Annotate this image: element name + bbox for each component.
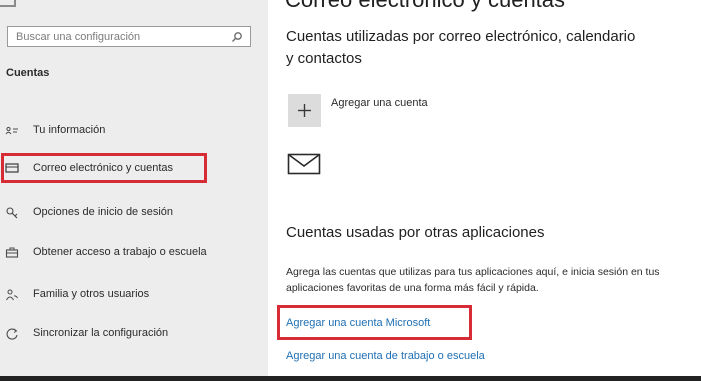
section-description: Agrega las cuentas que utilizas para tus…: [286, 266, 660, 294]
plus-icon: [298, 104, 311, 117]
briefcase-icon: [5, 247, 19, 258]
search-input[interactable]: Buscar una configuración: [7, 26, 251, 47]
add-microsoft-account-link[interactable]: Agregar una cuenta Microsoft: [286, 317, 430, 329]
mail-icon: [287, 153, 321, 175]
section-heading-correo: Cuentas utilizadas por correo electrónic…: [286, 28, 636, 67]
add-account-button[interactable]: [288, 94, 321, 127]
add-account-label[interactable]: Agregar una cuenta: [331, 97, 428, 109]
people-icon: [6, 289, 18, 301]
person-card-icon: [5, 126, 18, 135]
mail-icon: [5, 163, 19, 173]
sidebar-item-familia[interactable]: Familia y otros usuarios: [0, 281, 268, 309]
page-title: Correo electrónico y cuentas: [285, 0, 565, 13]
window-bottom-edge: [0, 376, 701, 381]
search-icon[interactable]: [231, 31, 243, 43]
home-icon[interactable]: [0, 0, 16, 7]
main-content: Correo electrónico y cuentas Cuentas uti…: [268, 0, 701, 381]
search-placeholder: Buscar una configuración: [16, 31, 141, 43]
sidebar-item-opciones-inicio[interactable]: Opciones de inicio de sesión: [0, 199, 268, 227]
section-heading-otras-apps: Cuentas usadas por otras aplicaciones: [286, 224, 545, 241]
sidebar-item-label: Sincronizar la configuración: [33, 327, 169, 339]
settings-window: Buscar una configuración Cuentas Tu info…: [0, 0, 701, 381]
sidebar-item-trabajo-escuela[interactable]: Obtener acceso a trabajo o escuela: [0, 239, 268, 267]
sidebar-item-label: Tu información: [33, 124, 106, 136]
sidebar-item-label: Opciones de inicio de sesión: [33, 206, 174, 218]
sync-icon: [6, 328, 18, 340]
sidebar: Buscar una configuración Cuentas Tu info…: [0, 0, 268, 381]
add-work-school-account-link[interactable]: Agregar una cuenta de trabajo o escuela: [286, 350, 485, 362]
sidebar-item-label: Correo electrónico y cuentas: [33, 162, 174, 174]
section-title: Cuentas: [6, 67, 50, 79]
sidebar-item-correo[interactable]: Correo electrónico y cuentas: [0, 153, 268, 183]
sidebar-top-strip: [0, 0, 268, 14]
sidebar-item-label: Familia y otros usuarios: [33, 288, 150, 300]
sidebar-item-tu-informacion[interactable]: Tu información: [0, 117, 268, 145]
sidebar-item-label: Obtener acceso a trabajo o escuela: [33, 246, 207, 258]
sidebar-item-sincronizar[interactable]: Sincronizar la configuración: [0, 320, 268, 348]
key-icon: [6, 207, 18, 219]
